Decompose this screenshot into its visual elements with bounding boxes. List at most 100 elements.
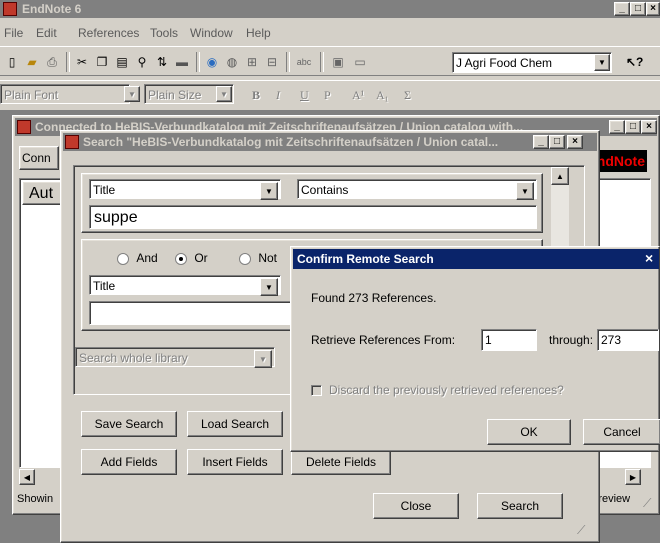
search-term-1[interactable]: suppe — [89, 205, 537, 229]
menu-help[interactable]: Help — [246, 26, 271, 40]
menu-edit[interactable]: Edit — [36, 26, 57, 40]
toolbar-separator — [66, 52, 70, 72]
subscript-button[interactable]: A₁ — [376, 88, 389, 103]
font-select[interactable]: Plain Font — [0, 84, 130, 104]
resize-grip-icon: ⟋ — [577, 523, 586, 537]
dialog-title: Confirm Remote Search — [297, 252, 434, 266]
boolean-radio-or[interactable]: Or — [175, 251, 208, 265]
endnote-doc-icon — [17, 120, 31, 134]
close-icon[interactable]: × — [645, 250, 653, 266]
sort-icon[interactable]: ⇅ — [154, 54, 170, 70]
chevron-down-icon[interactable]: ▼ — [124, 86, 140, 102]
found-text: Found 273 References. — [311, 291, 437, 305]
minimize-button[interactable]: _ — [533, 135, 549, 149]
menu-file[interactable]: File — [4, 26, 23, 40]
ok-button[interactable]: OK — [487, 419, 571, 445]
find-icon[interactable]: ⚲ — [134, 54, 150, 70]
image-icon[interactable]: ▣ — [330, 54, 346, 70]
boolean-radio-and[interactable]: And — [117, 251, 158, 265]
chevron-down-icon[interactable]: ▼ — [260, 278, 278, 296]
dialog-titlebar: Confirm Remote Search × — [293, 249, 659, 269]
scope-select[interactable]: Search whole library ▼ — [75, 347, 275, 368]
delete-fields-button[interactable]: Delete Fields — [291, 449, 391, 475]
operator-select-1-value: Contains — [301, 183, 349, 197]
menu-references[interactable]: References — [78, 26, 139, 40]
underline-button[interactable]: U — [300, 88, 309, 103]
connect-icon[interactable]: ◍ — [224, 54, 240, 70]
minimize-button[interactable]: _ — [609, 120, 625, 134]
cancel-button[interactable]: Cancel — [583, 419, 660, 445]
field-select-1[interactable]: Title ▼ — [89, 179, 281, 200]
app-title: EndNote 6 — [22, 2, 82, 16]
font-select-value: Plain Font — [4, 88, 59, 102]
plain-button[interactable]: P — [324, 88, 331, 103]
cut-icon[interactable]: ✂ — [74, 54, 90, 70]
superscript-button[interactable]: A¹ — [352, 88, 364, 103]
menu-window[interactable]: Window — [190, 26, 233, 40]
toolbar-separator — [196, 52, 200, 72]
search-button[interactable]: Search — [477, 493, 563, 519]
close-button[interactable]: × — [567, 135, 583, 149]
window-icon[interactable]: ▭ — [352, 54, 368, 70]
close-search-button[interactable]: Close — [373, 493, 459, 519]
insert-fields-button[interactable]: Insert Fields — [187, 449, 283, 475]
through-label: through: — [549, 333, 594, 347]
search-titlebar: Search "HeBIS-Verbundkatalog mit Zeitsch… — [63, 133, 597, 151]
radio-not-label: Not — [258, 251, 278, 265]
paste-icon[interactable]: ▤ — [114, 54, 130, 70]
discard-checkbox[interactable] — [311, 385, 322, 396]
chevron-down-icon[interactable]: ▼ — [594, 54, 610, 71]
save-search-button[interactable]: Save Search — [81, 411, 177, 437]
toolbar-separator — [286, 52, 290, 72]
scroll-right-button[interactable]: ▶ — [625, 469, 641, 485]
through-field[interactable]: 273 — [597, 329, 659, 351]
add-fields-button[interactable]: Add Fields — [81, 449, 177, 475]
field-select-2[interactable]: Title ▼ — [89, 275, 281, 296]
library-tab-label: Conn — [22, 151, 51, 165]
open-icon[interactable]: ▰ — [24, 54, 40, 70]
chevron-down-icon[interactable]: ▼ — [516, 182, 534, 200]
radio-not-icon[interactable] — [239, 252, 251, 265]
radio-and-icon[interactable] — [117, 252, 129, 265]
boolean-radio-not[interactable]: Not — [239, 251, 277, 265]
field-select-2-value: Title — [93, 279, 116, 293]
maximize-button[interactable]: □ — [625, 120, 641, 134]
operator-select-1[interactable]: Contains ▼ — [297, 179, 537, 200]
spellcheck-icon[interactable]: abc — [296, 54, 312, 70]
load-search-button[interactable]: Load Search — [187, 411, 283, 437]
copy-icon[interactable]: ❐ — [94, 54, 110, 70]
column-header-label: Aut — [29, 185, 54, 202]
insert-citation-icon[interactable]: ⊞ — [244, 54, 260, 70]
radio-or-icon[interactable] — [175, 252, 187, 265]
format-bibliography-icon[interactable]: ⊟ — [264, 54, 280, 70]
book-icon[interactable]: ▬ — [174, 54, 190, 70]
italic-button[interactable]: I — [276, 88, 280, 103]
chevron-down-icon[interactable]: ▼ — [260, 182, 278, 200]
bold-button[interactable]: B — [252, 88, 260, 103]
toolbar-separator — [320, 52, 324, 72]
discard-label: Discard the previously retrieved referen… — [329, 383, 564, 397]
scroll-up-button[interactable]: ▲ — [551, 167, 569, 185]
menu-tools[interactable]: Tools — [150, 26, 178, 40]
maximize-button[interactable]: □ — [630, 2, 646, 16]
help-pointer-icon[interactable]: ↖? — [626, 54, 643, 70]
search-title: Search "HeBIS-Verbundkatalog mit Zeitsch… — [83, 135, 499, 149]
from-field[interactable]: 1 — [481, 329, 537, 351]
scroll-left-button[interactable]: ◀ — [19, 469, 35, 485]
symbol-button[interactable]: Σ — [404, 88, 411, 103]
endnote-doc-icon — [65, 135, 79, 149]
scope-select-value: Search whole library — [79, 351, 188, 365]
radio-or-label: Or — [194, 251, 208, 265]
chevron-down-icon[interactable]: ▼ — [254, 350, 272, 368]
globe-icon[interactable]: ◉ — [204, 54, 220, 70]
maximize-button[interactable]: □ — [549, 135, 565, 149]
chevron-down-icon[interactable]: ▼ — [216, 86, 232, 102]
style-select-value: J Agri Food Chem — [456, 56, 553, 70]
close-button[interactable]: × — [646, 2, 660, 16]
library-tab[interactable]: Conn — [19, 146, 59, 170]
style-select[interactable]: J Agri Food Chem — [452, 52, 612, 73]
new-icon[interactable]: ▯ — [4, 54, 20, 70]
print-icon[interactable]: ⎙ — [44, 54, 60, 70]
close-button[interactable]: × — [641, 120, 657, 134]
minimize-button[interactable]: _ — [614, 2, 630, 16]
